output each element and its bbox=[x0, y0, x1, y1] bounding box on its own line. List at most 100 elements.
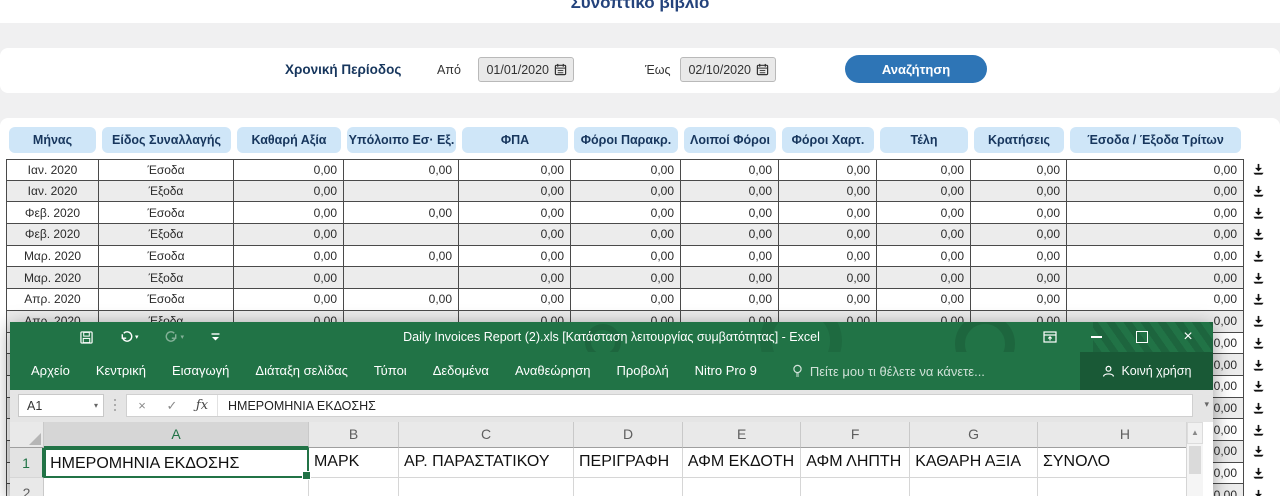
minimize-icon[interactable] bbox=[1073, 322, 1119, 352]
download-button[interactable] bbox=[1244, 441, 1272, 463]
download-button[interactable] bbox=[1244, 224, 1272, 246]
share-button[interactable]: Κοινή χρήση bbox=[1080, 352, 1213, 390]
value-cell: 0,00 bbox=[971, 267, 1067, 289]
download-button[interactable] bbox=[1244, 354, 1272, 376]
sheet-cell[interactable]: ΑΡ. ΠΑΡΑΣΤΑΤΙΚΟΥ bbox=[399, 448, 574, 478]
sheet-column-header[interactable]: F bbox=[801, 422, 910, 448]
sheet-column-header[interactable]: C bbox=[399, 422, 574, 448]
month-cell: Απρ. 2020 bbox=[6, 289, 99, 311]
insert-function-icon[interactable]: ƒx bbox=[187, 398, 217, 413]
close-icon[interactable]: × bbox=[1165, 322, 1211, 352]
download-icon bbox=[1252, 467, 1265, 480]
tell-me-label: Πείτε μου τι θέλετε να κάνετε... bbox=[810, 364, 985, 379]
ribbon-tab[interactable]: Δεδομένα bbox=[420, 352, 502, 390]
type-cell: Έσοδα bbox=[99, 289, 234, 311]
ribbon-tab[interactable]: Αναθεώρηση bbox=[502, 352, 604, 390]
tell-me-box[interactable]: Πείτε μου τι θέλετε να κάνετε... bbox=[770, 364, 985, 379]
cancel-entry-icon[interactable]: × bbox=[127, 398, 157, 413]
value-cell: 0,00 bbox=[459, 159, 571, 181]
value-cell: 0,00 bbox=[1067, 159, 1244, 181]
value-cell: 0,00 bbox=[971, 246, 1067, 268]
sheet-cell[interactable]: ΚΑΘΑΡΗ ΑΞΙΑ bbox=[910, 448, 1038, 478]
period-label: Χρονική Περίοδος bbox=[285, 62, 401, 77]
value-cell: 0,00 bbox=[681, 159, 779, 181]
sheet-cell[interactable]: ΜΑΡΚ bbox=[309, 448, 399, 478]
ribbon-tab[interactable]: Εισαγωγή bbox=[159, 352, 242, 390]
download-button[interactable] bbox=[1244, 463, 1272, 485]
download-button[interactable] bbox=[1244, 311, 1272, 333]
download-button[interactable] bbox=[1244, 289, 1272, 311]
sheet-row-header[interactable]: 2 bbox=[10, 478, 44, 496]
scroll-up-icon[interactable]: ▲ bbox=[1187, 422, 1203, 444]
download-button[interactable] bbox=[1244, 419, 1272, 441]
sheet-cell[interactable] bbox=[801, 478, 910, 496]
sheet-cell[interactable] bbox=[910, 478, 1038, 496]
report-column-header-label: Έσοδα / Έξοδα Τρίτων bbox=[1070, 127, 1241, 153]
sheet-cell[interactable]: ΠΕΡΙΓΡΑΦΗ bbox=[574, 448, 683, 478]
title-band: Συνοπτικό βιβλίο bbox=[0, 0, 1280, 23]
sheet-column-header[interactable]: D bbox=[574, 422, 683, 448]
download-button[interactable] bbox=[1244, 159, 1272, 181]
sheet-column-header[interactable]: G bbox=[910, 422, 1038, 448]
customize-qat-icon[interactable] bbox=[210, 331, 221, 343]
sheet-cell[interactable] bbox=[683, 478, 801, 496]
fill-handle[interactable] bbox=[302, 471, 311, 480]
sheet-cell[interactable]: ΗΜΕΡΟΜΗΝΙΑ ΕΚΔΟΣΗΣ bbox=[44, 448, 309, 478]
value-cell: 0,00 bbox=[571, 181, 681, 203]
download-button[interactable] bbox=[1244, 398, 1272, 420]
filter-card: Χρονική Περίοδος Από 01/01/2020 Έως 02/1… bbox=[0, 48, 1280, 93]
download-button[interactable] bbox=[1244, 376, 1272, 398]
vertical-scrollbar[interactable]: ▲ bbox=[1186, 422, 1203, 496]
sheet-cell[interactable] bbox=[44, 478, 309, 496]
name-box-dropdown-icon[interactable]: ▾ bbox=[94, 401, 98, 410]
download-button[interactable] bbox=[1244, 267, 1272, 289]
sheet-cell[interactable]: ΑΦΜ ΛΗΠΤΗ bbox=[801, 448, 910, 478]
date-to-input[interactable]: 02/10/2020 bbox=[680, 57, 776, 82]
ribbon-tab[interactable]: Προβολή bbox=[603, 352, 681, 390]
ribbon-tab[interactable]: Διάταξη σελίδας bbox=[242, 352, 360, 390]
sheet-column-header[interactable]: A bbox=[44, 422, 309, 448]
redo-icon[interactable]: ▾ bbox=[165, 331, 185, 344]
name-box[interactable]: A1 ▾ bbox=[18, 394, 104, 417]
ribbon-tab[interactable]: Nitro Pro 9 bbox=[682, 352, 770, 390]
name-box-value: A1 bbox=[27, 399, 42, 413]
value-cell: 0,00 bbox=[681, 246, 779, 268]
sheet-cell[interactable] bbox=[574, 478, 683, 496]
sheet-row-header[interactable]: 1 bbox=[10, 448, 44, 478]
maximize-icon[interactable] bbox=[1119, 322, 1165, 352]
sheet-cell[interactable]: ΑΦΜ ΕΚΔΟΤΗ bbox=[683, 448, 801, 478]
download-icon bbox=[1252, 207, 1265, 220]
formula-input[interactable]: ΗΜΕΡΟΜΗΝΙΑ ΕΚΔΟΣΗΣ bbox=[218, 399, 1192, 413]
ribbon-tab[interactable]: Τύποι bbox=[361, 352, 420, 390]
value-cell: 0,00 bbox=[234, 289, 344, 311]
expand-formula-bar-icon[interactable]: ▾ bbox=[1204, 399, 1209, 410]
month-cell: Μαρ. 2020 bbox=[6, 246, 99, 268]
download-icon bbox=[1252, 272, 1265, 285]
download-button[interactable] bbox=[1244, 484, 1272, 496]
confirm-entry-icon[interactable]: ✓ bbox=[157, 398, 187, 414]
ribbon-tab[interactable]: Κεντρική bbox=[83, 352, 159, 390]
date-from-input[interactable]: 01/01/2020 bbox=[478, 57, 574, 82]
select-all-corner[interactable] bbox=[10, 422, 44, 448]
spreadsheet: ABCDEFGH 1ΗΜΕΡΟΜΗΝΙΑ ΕΚΔΟΣΗΣΜΑΡΚΑΡ. ΠΑΡΑ… bbox=[10, 422, 1213, 496]
ribbon-tab[interactable]: Αρχείο bbox=[18, 352, 83, 390]
report-column-header-label: Φόροι Χαρτ. bbox=[782, 127, 874, 153]
save-icon[interactable] bbox=[80, 331, 93, 344]
report-column-header-label: Μήνας bbox=[9, 127, 96, 153]
sheet-column-header[interactable]: B bbox=[309, 422, 399, 448]
download-icon bbox=[1252, 250, 1265, 263]
ribbon-display-options-icon[interactable] bbox=[1027, 322, 1073, 352]
month-cell: Μαρ. 2020 bbox=[6, 267, 99, 289]
download-button[interactable] bbox=[1244, 246, 1272, 268]
excel-titlebar[interactable]: ▾ ▾ Daily Invoices Report (2).xls [Κατάσ… bbox=[10, 322, 1213, 352]
undo-icon[interactable]: ▾ bbox=[119, 331, 139, 344]
sheet-column-header[interactable]: E bbox=[683, 422, 801, 448]
sheet-cell[interactable] bbox=[309, 478, 399, 496]
download-icon bbox=[1252, 315, 1265, 328]
scrollbar-thumb[interactable] bbox=[1189, 446, 1201, 474]
download-button[interactable] bbox=[1244, 333, 1272, 355]
download-button[interactable] bbox=[1244, 181, 1272, 203]
sheet-cell[interactable] bbox=[399, 478, 574, 496]
search-button[interactable]: Αναζήτηση bbox=[845, 55, 987, 83]
download-button[interactable] bbox=[1244, 202, 1272, 224]
